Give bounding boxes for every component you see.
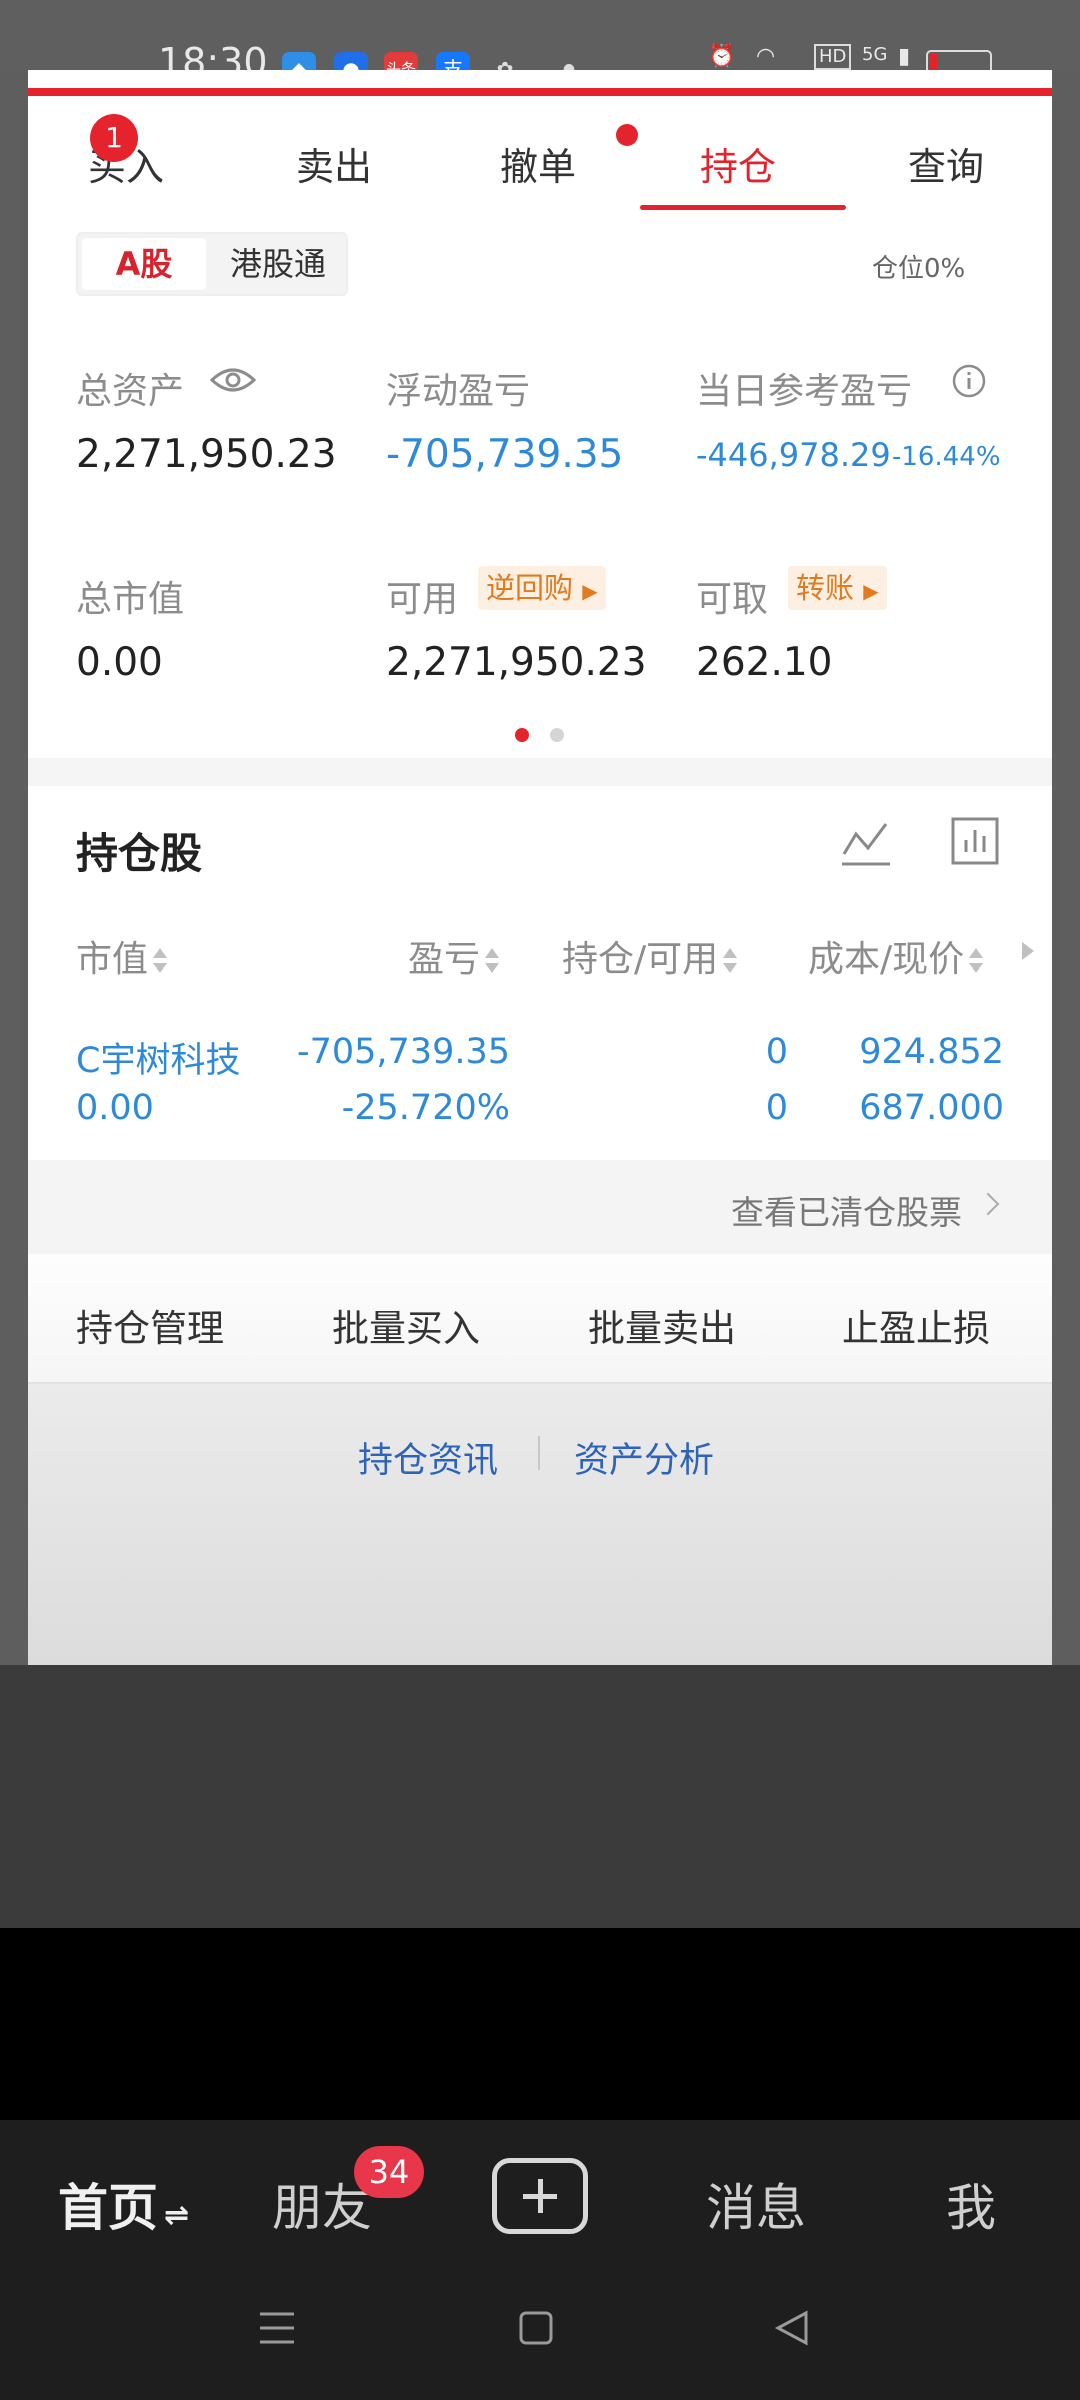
nav-home-label: 首页: [58, 2179, 158, 2237]
tab-holdings[interactable]: 持仓: [700, 136, 776, 191]
stock-available: 0: [765, 1088, 788, 1128]
chip-arrow-icon: ▶: [863, 579, 879, 603]
table-row[interactable]: C宇树科技 0.00 -705,739.35 -25.720% 0 0 924.…: [28, 1010, 1052, 1140]
market-value-label: 总市值: [76, 579, 185, 620]
stock-market-value: 0.00: [76, 1088, 154, 1128]
col-market-value-label: 市值: [76, 939, 149, 980]
floating-pl-label: 浮动盈亏: [386, 371, 531, 412]
col-position-label: 持仓/可用: [562, 939, 719, 980]
status-time: 18:30: [158, 42, 268, 70]
chevron-right-icon: [976, 1192, 1000, 1216]
position-ratio: 仓位0%: [872, 254, 966, 284]
transfer-label: 转账: [796, 571, 855, 605]
top-red-line: [28, 88, 1052, 96]
col-pl-label: 盈亏: [408, 939, 481, 980]
daily-pl-percent: -16.44%: [892, 442, 1001, 472]
chip-arrow-icon: ▶: [582, 579, 598, 603]
active-tab-underline: [640, 205, 846, 210]
create-button[interactable]: [492, 2158, 588, 2234]
sort-icon: [484, 946, 500, 976]
cleared-stocks-link[interactable]: 查看已清仓股票: [28, 1160, 1052, 1254]
bar-chart-icon[interactable]: [950, 816, 1000, 866]
stock-position: 0: [765, 1032, 788, 1072]
daily-pl-label: 当日参考盈亏: [696, 371, 913, 412]
tab-sell[interactable]: 卖出: [296, 136, 372, 191]
stock-pl-percent: -25.720%: [341, 1088, 510, 1128]
link-divider: [538, 1436, 540, 1470]
col-pl[interactable]: 盈亏: [408, 930, 500, 982]
black-area: [0, 1928, 1080, 2120]
asset-analysis-link[interactable]: 资产分析: [574, 1432, 714, 1483]
holdings-news-link[interactable]: 持仓资讯: [358, 1432, 498, 1483]
hk-connect-button[interactable]: 港股通: [218, 238, 338, 290]
trend-chart-icon[interactable]: [840, 816, 892, 868]
page-indicator-dot: [515, 728, 529, 742]
stop-profit-loss-button[interactable]: 止盈止损: [842, 1298, 990, 1352]
system-back-icon[interactable]: [774, 2310, 810, 2350]
sort-icon: [722, 946, 738, 976]
floating-pl-value: -705,739.35: [386, 432, 624, 477]
eye-icon[interactable]: [209, 364, 257, 396]
page-indicator-dot: [550, 728, 564, 742]
stock-price: 687.000: [859, 1088, 1004, 1128]
reverse-repo-chip[interactable]: 逆回购 ▶: [478, 566, 606, 610]
daily-pl-value: -446,978.29: [696, 436, 891, 474]
tab-cancel[interactable]: 撤单: [500, 136, 576, 191]
col-position[interactable]: 持仓/可用: [562, 930, 738, 982]
switch-icon: ⇌: [164, 2198, 190, 2233]
batch-buy-button[interactable]: 批量买入: [332, 1298, 480, 1352]
available-label: 可用: [386, 579, 459, 620]
section-separator: [28, 758, 1052, 786]
withdrawable-value: 262.10: [696, 640, 833, 685]
transfer-chip[interactable]: 转账 ▶: [788, 566, 887, 610]
total-assets-value: 2,271,950.23: [76, 432, 337, 477]
trade-tab-bar: 买入 卖出 撤单 持仓 查询: [28, 96, 1052, 218]
friends-badge: 34: [354, 2146, 424, 2198]
a-share-button[interactable]: A股: [82, 238, 206, 290]
nav-messages[interactable]: 消息: [706, 2168, 806, 2240]
info-panel: [28, 1382, 1052, 1667]
available-value: 2,271,950.23: [386, 640, 647, 685]
col-cost-price[interactable]: 成本/现价: [808, 930, 984, 982]
dimmed-overlay: [0, 1665, 1080, 1928]
withdrawable-label: 可取: [696, 579, 769, 620]
info-icon[interactable]: [952, 364, 986, 398]
cleared-stocks-label: 查看已清仓股票: [731, 1193, 962, 1232]
scroll-right-icon[interactable]: [1022, 942, 1034, 960]
hd-icon: HD: [814, 44, 852, 70]
status-bar: 18:30 ◆ ● 头条 支 ✿ ● ⏰ ◠ HD 5G ▮: [0, 0, 1080, 86]
stock-name: C宇树科技: [76, 1041, 241, 1081]
stock-cost: 924.852: [859, 1032, 1004, 1072]
position-management-button[interactable]: 持仓管理: [76, 1298, 224, 1352]
buy-tab-badge: 1: [90, 114, 138, 162]
tab-query[interactable]: 查询: [908, 136, 984, 191]
sort-icon: [152, 946, 168, 976]
batch-sell-button[interactable]: 批量卖出: [588, 1298, 736, 1352]
nav-me[interactable]: 我: [946, 2168, 996, 2240]
reverse-repo-label: 逆回购: [486, 571, 574, 605]
col-cost-price-label: 成本/现价: [808, 939, 965, 980]
cancel-tab-dot: [616, 124, 638, 146]
total-assets-label: 总资产: [76, 371, 185, 412]
system-menu-icon[interactable]: [258, 2310, 296, 2350]
holdings-title: 持仓股: [76, 829, 203, 878]
stock-pl: -705,739.35: [296, 1032, 510, 1072]
system-home-icon[interactable]: [518, 2310, 554, 2350]
market-value-value: 0.00: [76, 640, 163, 685]
nav-home[interactable]: 首页 ⇌: [58, 2168, 189, 2240]
sort-icon: [968, 946, 984, 976]
market-segment: A股 港股通: [76, 232, 348, 296]
col-market-value[interactable]: 市值: [76, 930, 168, 982]
